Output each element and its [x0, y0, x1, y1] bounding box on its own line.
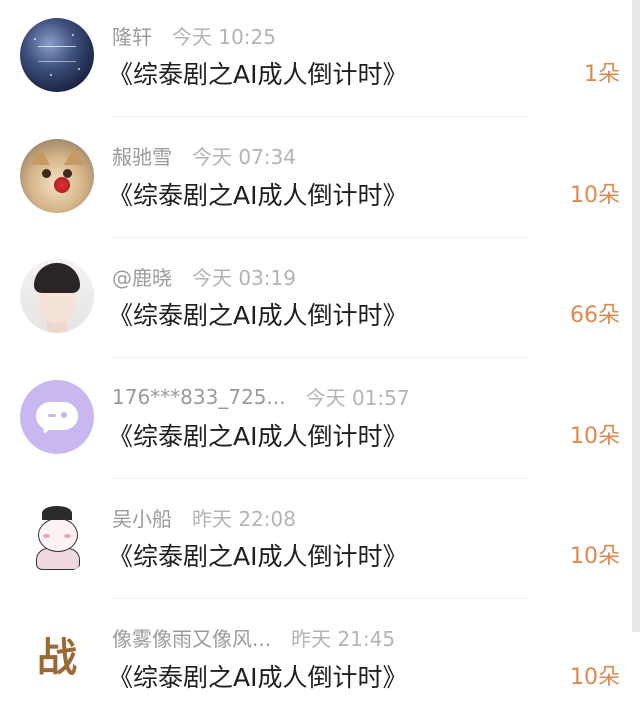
user-name[interactable]: 赧驰雪: [112, 141, 172, 170]
book-title: 《综泰剧之AI成人倒计时》: [108, 301, 408, 330]
user-name[interactable]: 吴小船: [112, 503, 172, 532]
flower-count: 1朵: [584, 62, 620, 87]
book-title: 《综泰剧之AI成人倒计时》: [108, 662, 408, 692]
list-item[interactable]: 战 像雾像雨又像风... 昨天 21:45 《综泰剧之AI成人倒计时》 10朵: [0, 603, 632, 705]
flower-count: 66朵: [570, 303, 620, 328]
book-title: 《综泰剧之AI成人倒计时》: [108, 180, 408, 210]
book-title: 《综泰剧之AI成人倒计时》: [108, 421, 408, 451]
book-title: 《综泰剧之AI成人倒计时》: [108, 60, 408, 89]
user-avatar[interactable]: [20, 379, 94, 454]
user-avatar[interactable]: [20, 500, 94, 574]
scrollbar[interactable]: [632, 0, 640, 632]
user-name[interactable]: 176***833_725...: [112, 385, 286, 409]
list-item[interactable]: 赧驰雪 今天 07:34 《综泰剧之AI成人倒计时》 10朵: [0, 121, 632, 241]
user-avatar[interactable]: 战: [20, 620, 94, 695]
divider: [110, 357, 528, 358]
flower-count: 10朵: [570, 423, 620, 449]
timestamp: 今天 07:34: [192, 145, 296, 169]
list-item[interactable]: @鹿晓 今天 03:19 《综泰剧之AI成人倒计时》 66朵: [0, 241, 632, 361]
flower-count: 10朵: [570, 182, 620, 208]
user-avatar[interactable]: [20, 259, 94, 333]
divider: [110, 477, 528, 479]
gift-record-list: 隆轩 今天 10:25 《综泰剧之AI成人倒计时》 1朵 赧驰雪 今天 07:3…: [0, 0, 632, 705]
user-name[interactable]: 像雾像雨又像风...: [112, 623, 271, 652]
divider: [110, 598, 528, 599]
list-item[interactable]: 176***833_725... 今天 01:57 《综泰剧之AI成人倒计时》 …: [0, 362, 632, 482]
calligraphy-logo: 战: [37, 633, 77, 681]
list-item[interactable]: 吴小船 昨天 22:08 《综泰剧之AI成人倒计时》 10朵: [0, 482, 632, 602]
user-avatar[interactable]: [20, 138, 94, 213]
user-name[interactable]: @鹿晓: [112, 262, 172, 291]
flower-count: 10朵: [570, 544, 620, 569]
timestamp: 今天 01:57: [305, 386, 410, 410]
user-name[interactable]: 隆轩: [112, 21, 152, 50]
divider: [110, 236, 528, 238]
book-title: 《综泰剧之AI成人倒计时》: [108, 542, 408, 571]
divider: [110, 116, 528, 117]
list-item[interactable]: 隆轩 今天 10:25 《综泰剧之AI成人倒计时》 1朵: [0, 0, 632, 120]
timestamp: 今天 03:19: [192, 265, 296, 290]
timestamp: 今天 10:25: [172, 24, 276, 49]
timestamp: 昨天 21:45: [291, 627, 396, 651]
timestamp: 昨天 22:08: [192, 506, 296, 531]
flower-count: 10朵: [570, 664, 620, 690]
user-avatar[interactable]: [20, 18, 94, 92]
